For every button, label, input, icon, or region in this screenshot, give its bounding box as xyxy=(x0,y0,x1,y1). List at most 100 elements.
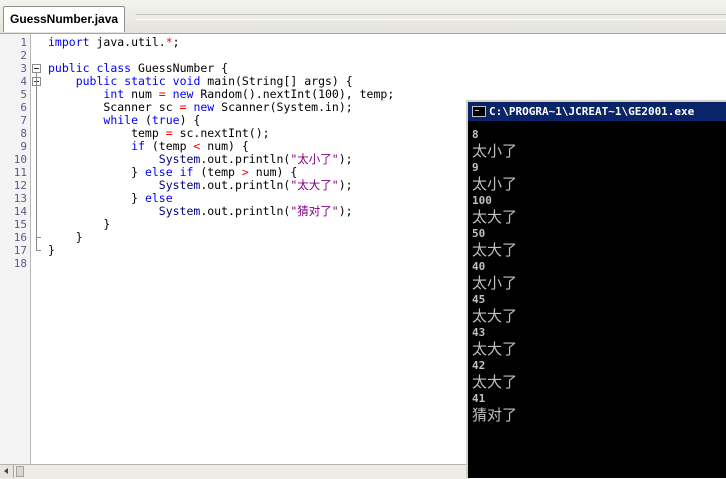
console-input-line: 45 xyxy=(472,293,486,306)
line-number: 3 xyxy=(20,62,27,75)
console-output: 8 太小了 9 太小了 100 太大了 50 太大了 40 太小了 45 太大了 43 太大了 42 太大了 4… xyxy=(472,128,517,425)
console-input-line: 50 xyxy=(472,227,486,240)
code-token: int xyxy=(103,87,125,101)
code-token: Scanner(System.in); xyxy=(214,100,353,114)
scroll-thumb[interactable] xyxy=(16,466,24,477)
code-token: num xyxy=(124,87,159,101)
code-line: import java.util.*; xyxy=(48,36,394,49)
code-token: * xyxy=(165,35,173,49)
code-token: ; xyxy=(172,35,180,49)
fold-toggle-icon[interactable] xyxy=(32,64,41,73)
console-output-line: 太大了 xyxy=(472,373,518,391)
code-token: ) { xyxy=(179,113,201,127)
code-token: } xyxy=(48,217,111,231)
code-token: "太大了" xyxy=(290,178,339,192)
console-output-line: 猜对了 xyxy=(472,406,518,424)
code-token: System xyxy=(158,178,201,192)
line-number: 7 xyxy=(20,114,27,127)
code-token: public xyxy=(75,74,118,88)
code-token: import xyxy=(48,35,90,49)
console-output-line: 太小了 xyxy=(472,175,518,193)
code-token: = xyxy=(158,87,166,101)
code-token: if xyxy=(131,139,145,153)
code-token: num) { xyxy=(200,139,249,153)
code-line: } xyxy=(48,218,394,231)
code-token: (temp xyxy=(144,139,194,153)
code-line: } xyxy=(48,244,394,257)
code-token: System xyxy=(158,152,201,166)
console-window[interactable]: C:\PROGRA~1\JCREAT~1\GE2001.exe 8 太小了 9 太小了… xyxy=(466,100,726,478)
code-token: = xyxy=(179,100,187,114)
code-token: Random().nextInt(100), temp; xyxy=(193,87,395,101)
code-token: System xyxy=(158,204,201,218)
code-token: "猜对了" xyxy=(290,204,339,218)
console-output-line: 太大了 xyxy=(472,241,518,259)
code-token: new xyxy=(172,87,194,101)
code-token: } xyxy=(48,230,83,244)
line-number: 14 xyxy=(13,205,27,218)
code-token: sc.nextInt(); xyxy=(172,126,270,140)
console-input-line: 100 xyxy=(472,194,492,207)
code-token: ( xyxy=(138,113,152,127)
code-token: class xyxy=(96,61,132,75)
console-output-line: 太大了 xyxy=(472,307,518,325)
scroll-left-button[interactable] xyxy=(0,465,14,478)
tab-bar: GuessNumber.java xyxy=(0,0,726,34)
code-token: public xyxy=(48,61,90,75)
code-token: } xyxy=(48,243,55,257)
code-token: true xyxy=(151,113,180,127)
line-number: 6 xyxy=(20,101,27,114)
line-number: 1 xyxy=(20,36,27,49)
console-input-line: 43 xyxy=(472,326,486,339)
code-token: else xyxy=(144,165,173,179)
console-output-line: 太小了 xyxy=(472,142,518,160)
code-token: if xyxy=(179,165,194,179)
code-token: > xyxy=(241,165,249,179)
console-title-bar[interactable]: C:\PROGRA~1\JCREAT~1\GE2001.exe xyxy=(468,102,726,121)
code-token: = xyxy=(165,126,173,140)
console-output-line: 太大了 xyxy=(472,340,518,358)
code-token: "太小了" xyxy=(290,152,339,166)
console-app-icon xyxy=(472,105,486,117)
horizontal-scrollbar[interactable] xyxy=(0,464,470,479)
console-input-line: 40 xyxy=(472,260,486,273)
code-token: GuessNumber { xyxy=(131,61,229,75)
line-number: 16 xyxy=(13,231,27,244)
code-token: ); xyxy=(338,204,353,218)
tab-guessnumber-java[interactable]: GuessNumber.java xyxy=(3,6,125,32)
console-title: C:\PROGRA~1\JCREAT~1\GE2001.exe xyxy=(489,105,695,118)
code-token: main(String[] args) { xyxy=(200,74,353,88)
code-token: } xyxy=(48,165,145,179)
code-token: ); xyxy=(338,152,353,166)
code-token: new xyxy=(193,100,215,114)
line-number: 4 xyxy=(20,75,27,88)
code-token: static xyxy=(124,74,166,88)
tab-bar-divider xyxy=(136,14,726,20)
line-number: 10 xyxy=(13,153,27,166)
line-number: 13 xyxy=(13,192,27,205)
code-token: Scanner sc xyxy=(48,100,180,114)
code-text[interactable]: import java.util.*; public class GuessNum… xyxy=(48,36,394,270)
code-token: while xyxy=(103,113,139,127)
line-number: 2 xyxy=(20,49,27,62)
line-number: 5 xyxy=(20,88,27,101)
fold-end-mark xyxy=(36,250,41,251)
console-output-line: 太大了 xyxy=(472,208,518,226)
code-line: } xyxy=(48,231,394,244)
fold-end-mark xyxy=(36,237,41,238)
line-number: 11 xyxy=(13,166,27,179)
line-number: 9 xyxy=(20,140,27,153)
line-number: 18 xyxy=(13,257,27,270)
code-token: else xyxy=(144,191,173,205)
console-input-line: 41 xyxy=(472,392,486,405)
code-token: temp xyxy=(48,126,166,140)
code-token: .out.println( xyxy=(200,178,291,192)
console-input-line: 9 xyxy=(472,161,479,174)
